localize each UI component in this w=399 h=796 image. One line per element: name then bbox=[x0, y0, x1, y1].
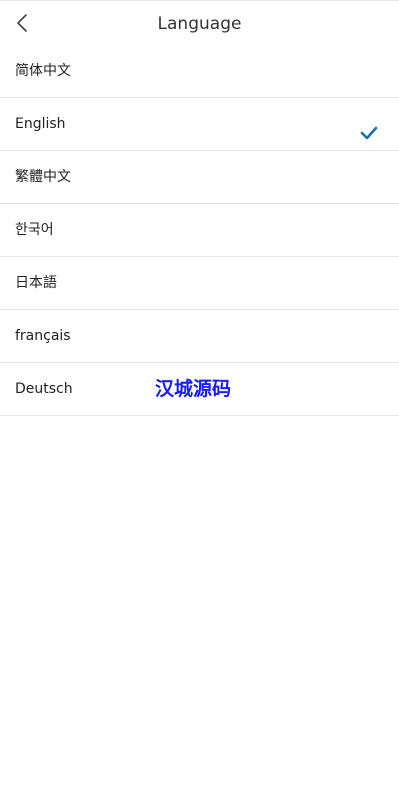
language-label: 繁體中文 bbox=[15, 169, 71, 185]
language-item-simplified-chinese[interactable]: 简体中文 bbox=[0, 45, 399, 98]
language-list: 简体中文 English 繁體中文 한국어 日本語 français Deuts… bbox=[0, 45, 399, 416]
page-title: Language bbox=[157, 14, 242, 34]
language-item-japanese[interactable]: 日本語 bbox=[0, 257, 399, 310]
language-settings-screen: Language 简体中文 English 繁體中文 한국어 日本語 franç… bbox=[0, 0, 399, 796]
language-item-korean[interactable]: 한국어 bbox=[0, 204, 399, 257]
language-item-english[interactable]: English bbox=[0, 98, 399, 151]
language-label: français bbox=[15, 328, 71, 344]
language-item-traditional-chinese[interactable]: 繁體中文 bbox=[0, 151, 399, 204]
language-label: English bbox=[15, 116, 66, 132]
watermark: 汉城源码 bbox=[155, 378, 232, 400]
language-label: 简体中文 bbox=[15, 63, 71, 79]
header: Language bbox=[0, 0, 399, 46]
language-label: 日本語 bbox=[15, 275, 57, 291]
language-label: 한국어 bbox=[15, 222, 54, 238]
language-item-french[interactable]: français bbox=[0, 310, 399, 363]
checkmark-icon bbox=[360, 126, 378, 140]
language-label: Deutsch bbox=[15, 381, 73, 397]
